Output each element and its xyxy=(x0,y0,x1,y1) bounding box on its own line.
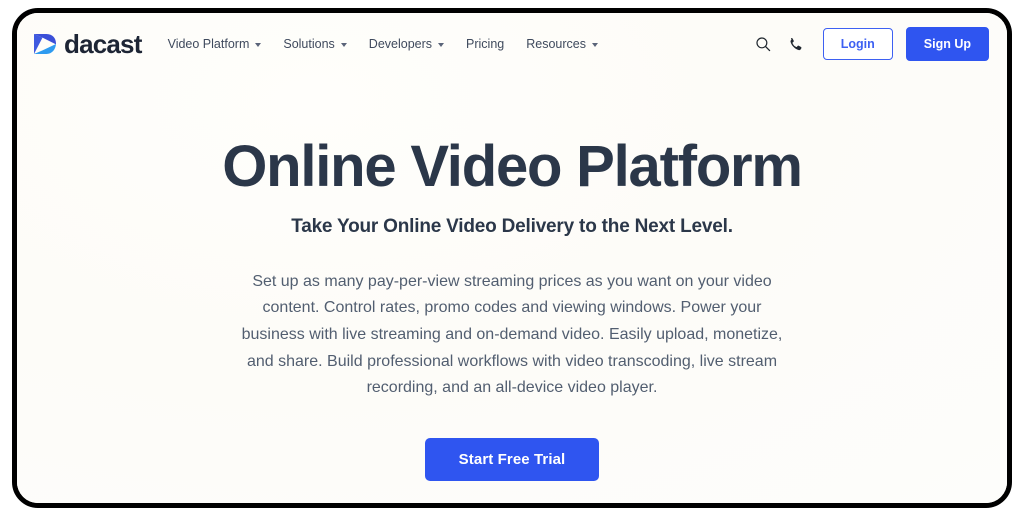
chevron-down-icon xyxy=(592,42,598,47)
search-glyph xyxy=(756,37,771,52)
page-title: Online Video Platform xyxy=(222,134,803,199)
chevron-down-icon xyxy=(255,42,262,47)
phone-glyph xyxy=(790,37,802,50)
nav-item-label: Resources xyxy=(526,36,586,51)
nav-item-resources[interactable]: Resources xyxy=(526,38,598,51)
phone-icon[interactable] xyxy=(786,34,806,54)
hero-section: Online Video Platform Take Your Online V… xyxy=(17,75,1007,503)
play-arrow-logo-icon xyxy=(34,34,56,54)
site-header: dacast Video Platform Solutions Develope… xyxy=(17,13,1007,75)
nav-item-video-platform[interactable]: Video Platform xyxy=(168,38,262,51)
nav-item-label: Solutions xyxy=(283,36,335,51)
start-free-trial-button[interactable]: Start Free Trial xyxy=(424,437,600,481)
page-surface: dacast Video Platform Solutions Develope… xyxy=(17,13,1007,503)
brand-wordmark: dacast xyxy=(64,29,142,59)
signup-button[interactable]: Sign Up xyxy=(905,26,989,62)
main-nav: Video Platform Solutions Developers Pric… xyxy=(168,38,598,51)
nav-item-label: Video Platform xyxy=(167,36,250,51)
nav-item-solutions[interactable]: Solutions xyxy=(283,36,347,51)
chevron-down-icon xyxy=(438,42,445,47)
hero-subtitle: Take Your Online Video Delivery to the N… xyxy=(291,215,733,237)
header-actions: Login Sign Up xyxy=(753,26,989,62)
search-icon[interactable] xyxy=(753,34,773,54)
login-button[interactable]: Login xyxy=(822,27,893,61)
chevron-down-icon xyxy=(340,42,347,47)
browser-device-frame: dacast Video Platform Solutions Develope… xyxy=(12,8,1012,508)
nav-item-developers[interactable]: Developers xyxy=(368,36,445,51)
nav-item-label: Developers xyxy=(368,36,433,51)
hero-description: Set up as many pay-per-view streaming pr… xyxy=(241,272,783,397)
nav-item-pricing[interactable]: Pricing xyxy=(466,38,504,51)
nav-item-label: Pricing xyxy=(466,36,505,51)
brand-logo-link[interactable]: dacast xyxy=(31,31,142,57)
